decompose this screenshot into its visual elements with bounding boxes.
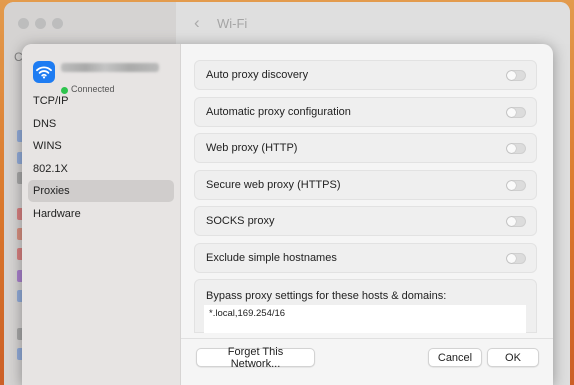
sidebar-item-dns[interactable]: DNS: [28, 113, 174, 135]
socks-proxy-row: SOCKS proxy: [194, 206, 537, 236]
sidebar-item-hardware[interactable]: Hardware: [28, 203, 174, 225]
row-label: Secure web proxy (HTTPS): [206, 179, 341, 191]
secure-web-proxy-https-toggle[interactable]: [506, 179, 526, 191]
footer-divider: [181, 338, 553, 339]
bypass-hosts-value: *.local,169.254/16: [209, 308, 286, 319]
sidebar-item-proxies[interactable]: Proxies: [28, 180, 174, 202]
bypass-hosts-field[interactable]: *.local,169.254/16: [204, 305, 526, 333]
row-label: Automatic proxy configuration: [206, 106, 351, 118]
secure-web-proxy-https-row: Secure web proxy (HTTPS): [194, 170, 537, 200]
exclude-simple-hostnames-toggle[interactable]: [506, 252, 526, 264]
network-header: Connected: [33, 59, 173, 94]
web-proxy-http-row: Web proxy (HTTP): [194, 133, 537, 163]
network-name-redacted: [61, 63, 159, 72]
auto-proxy-discovery-toggle[interactable]: [506, 69, 526, 81]
bypass-proxy-section: Bypass proxy settings for these hosts & …: [194, 279, 537, 333]
auto-proxy-discovery-row: Auto proxy discovery: [194, 60, 537, 90]
web-proxy-http-toggle[interactable]: [506, 142, 526, 154]
automatic-proxy-configuration-row: Automatic proxy configuration: [194, 97, 537, 127]
socks-proxy-toggle[interactable]: [506, 215, 526, 227]
cancel-button[interactable]: Cancel: [428, 348, 482, 367]
details-nav: TCP/IP DNS WINS 802.1X Proxies Hardware: [28, 90, 174, 225]
sidebar-item-tcpip[interactable]: TCP/IP: [28, 90, 174, 112]
row-label: SOCKS proxy: [206, 215, 275, 227]
bypass-proxy-label: Bypass proxy settings for these hosts & …: [206, 290, 447, 302]
sidebar-item-wins[interactable]: WINS: [28, 135, 174, 157]
forget-network-button[interactable]: Forget This Network...: [196, 346, 315, 370]
ok-button[interactable]: OK: [487, 348, 539, 367]
automatic-proxy-configuration-toggle[interactable]: [506, 106, 526, 118]
exclude-simple-hostnames-row: Exclude simple hostnames: [194, 243, 537, 273]
row-label: Web proxy (HTTP): [206, 142, 298, 154]
proxies-panel: Auto proxy discovery Automatic proxy con…: [181, 44, 553, 385]
sidebar-item-8021x[interactable]: 802.1X: [28, 158, 174, 180]
network-details-sheet: Connected TCP/IP DNS WINS 802.1X Proxies…: [22, 44, 553, 385]
wifi-icon: [33, 61, 55, 83]
details-sidebar: Connected TCP/IP DNS WINS 802.1X Proxies…: [22, 44, 181, 385]
row-label: Auto proxy discovery: [206, 69, 309, 81]
row-label: Exclude simple hostnames: [206, 252, 337, 264]
